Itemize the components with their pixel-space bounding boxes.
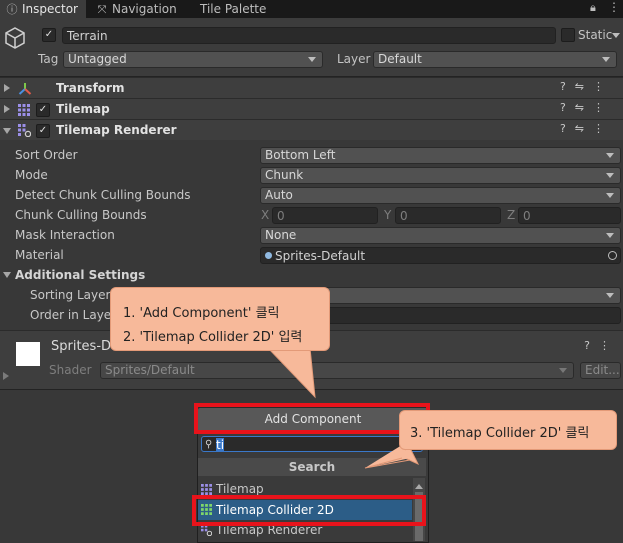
callout-pointers	[266, 347, 420, 469]
callout-step2: 2. 'Tilemap Collider 2D' 입력	[123, 330, 303, 345]
callout-steps-1-2: 1. 'Add Component' 클릭 2. 'Tilemap Collid…	[110, 287, 330, 351]
callout-step1: 1. 'Add Component' 클릭	[123, 306, 280, 321]
callout-step-3: 3. 'Tilemap Collider 2D' 클릭	[399, 410, 617, 450]
callout-step3: 3. 'Tilemap Collider 2D' 클릭	[410, 426, 590, 441]
